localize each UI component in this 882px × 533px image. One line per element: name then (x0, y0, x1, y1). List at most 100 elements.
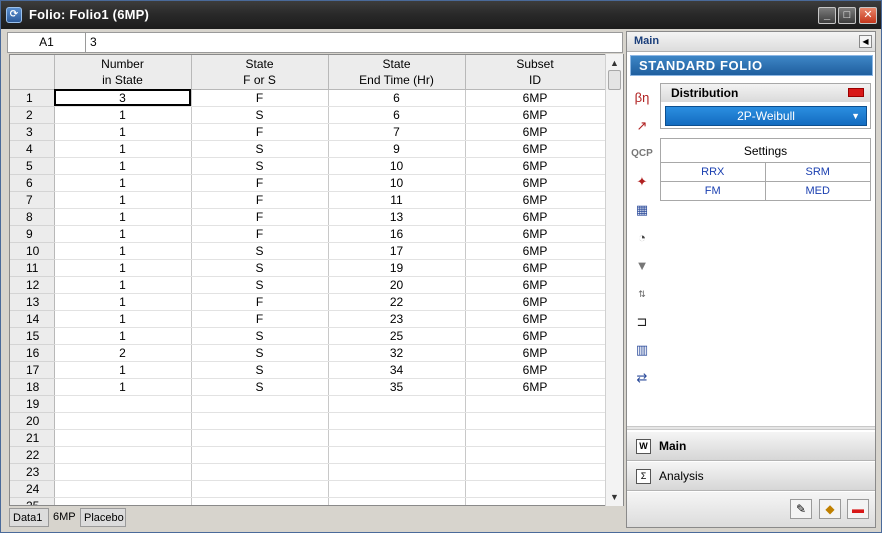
cell-state[interactable]: S (191, 157, 329, 175)
cell-number-in-state[interactable] (54, 463, 192, 481)
cell-subset-id[interactable]: 6MP (465, 140, 606, 158)
qcp-icon[interactable]: QCP (630, 142, 654, 166)
row-number[interactable]: 12 (10, 276, 55, 294)
cell-end-time[interactable] (328, 497, 466, 505)
cell-state[interactable] (191, 480, 329, 498)
cell-end-time[interactable]: 25 (328, 327, 466, 345)
red-flag-icon[interactable]: ▬ (847, 499, 869, 519)
cell-end-time[interactable]: 17 (328, 242, 466, 260)
row-number[interactable]: 22 (10, 446, 55, 464)
cell-number-in-state[interactable] (54, 395, 192, 413)
cell-subset-id[interactable]: 6MP (465, 106, 606, 124)
folio-app-icon[interactable]: ⟳ (6, 7, 22, 23)
collapse-panel-icon[interactable]: ◀ (859, 35, 872, 48)
column-header-subset-id[interactable]: Subset ID (465, 55, 606, 90)
cell-number-in-state[interactable]: 1 (54, 157, 192, 175)
chevron-down-icon[interactable]: ▼ (851, 107, 860, 125)
cell-value-input[interactable]: 3 (90, 33, 97, 52)
cell-subset-id[interactable]: 6MP (465, 174, 606, 192)
wizard-icon[interactable]: ✦ (630, 170, 654, 194)
cell-number-in-state[interactable]: 1 (54, 191, 192, 209)
settings-option-srm[interactable]: SRM (765, 163, 870, 182)
columns-icon[interactable]: ▥ (630, 338, 654, 362)
cell-number-in-state[interactable]: 2 (54, 344, 192, 362)
column-header-number-in-state[interactable]: Number in State (54, 55, 192, 90)
tab-data1[interactable]: Data1 (9, 508, 49, 527)
cell-subset-id[interactable]: 6MP (465, 259, 606, 277)
close-button[interactable]: ✕ (859, 7, 877, 24)
cell-subset-id[interactable]: 6MP (465, 378, 606, 396)
cell-subset-id[interactable]: 6MP (465, 344, 606, 362)
cell-state[interactable]: S (191, 140, 329, 158)
row-number[interactable]: 19 (10, 395, 55, 413)
row-number[interactable]: 4 (10, 140, 55, 158)
cell-number-in-state[interactable]: 1 (54, 140, 192, 158)
cell-number-in-state[interactable]: 1 (54, 225, 192, 243)
cell-number-in-state[interactable]: 1 (54, 327, 192, 345)
cell-state[interactable] (191, 429, 329, 447)
cell-number-in-state[interactable] (54, 480, 192, 498)
row-number[interactable]: 21 (10, 429, 55, 447)
vertical-scrollbar[interactable]: ▲ ▼ (605, 54, 623, 506)
cell-end-time[interactable]: 6 (328, 106, 466, 124)
cell-end-time[interactable] (328, 412, 466, 430)
cell-state[interactable]: F (191, 123, 329, 141)
cell-end-time[interactable]: 35 (328, 378, 466, 396)
corner-cell[interactable] (10, 55, 55, 90)
row-number[interactable]: 16 (10, 344, 55, 362)
cell-subset-id[interactable]: 6MP (465, 123, 606, 141)
cell-state[interactable]: S (191, 327, 329, 345)
panel-splitter[interactable] (627, 426, 875, 430)
row-number[interactable]: 17 (10, 361, 55, 379)
settings-option-fm[interactable]: FM (661, 182, 766, 201)
row-number[interactable]: 8 (10, 208, 55, 226)
settings-option-med[interactable]: MED (766, 182, 871, 201)
cell-state[interactable]: F (191, 225, 329, 243)
cell-number-in-state[interactable]: 3 (54, 89, 192, 107)
gauge-icon[interactable]: ◔ (630, 226, 654, 250)
row-number[interactable]: 18 (10, 378, 55, 396)
cell-end-time[interactable] (328, 446, 466, 464)
cell-state[interactable]: F (191, 310, 329, 328)
cell-subset-id[interactable] (465, 497, 606, 505)
cell-end-time[interactable]: 9 (328, 140, 466, 158)
cell-end-time[interactable]: 19 (328, 259, 466, 277)
cell-number-in-state[interactable]: 1 (54, 310, 192, 328)
row-number[interactable]: 24 (10, 480, 55, 498)
cell-number-in-state[interactable]: 1 (54, 123, 192, 141)
cell-number-in-state[interactable] (54, 446, 192, 464)
cell-state[interactable]: S (191, 344, 329, 362)
cell-state[interactable]: S (191, 242, 329, 260)
transfer-icon[interactable]: ⇄ (630, 366, 654, 390)
cell-end-time[interactable]: 10 (328, 174, 466, 192)
cell-state[interactable]: S (191, 259, 329, 277)
cell-end-time[interactable]: 20 (328, 276, 466, 294)
cell-end-time[interactable] (328, 429, 466, 447)
cell-end-time[interactable]: 23 (328, 310, 466, 328)
cell-state[interactable]: S (191, 276, 329, 294)
cell-subset-id[interactable] (465, 446, 606, 464)
row-number[interactable]: 14 (10, 310, 55, 328)
cell-number-in-state[interactable] (54, 497, 192, 505)
cell-subset-id[interactable]: 6MP (465, 225, 606, 243)
cell-number-in-state[interactable] (54, 429, 192, 447)
batch-auto-run-icon[interactable]: ▦ (630, 198, 654, 222)
row-number[interactable]: 9 (10, 225, 55, 243)
cell-end-time[interactable]: 32 (328, 344, 466, 362)
cell-number-in-state[interactable]: 1 (54, 361, 192, 379)
cell-reference[interactable]: A1 (8, 33, 86, 52)
scroll-down-icon[interactable]: ▼ (606, 490, 623, 504)
nav-main-button[interactable]: W Main (627, 432, 875, 461)
cell-subset-id[interactable]: 6MP (465, 157, 606, 175)
red-flag-icon[interactable] (848, 88, 864, 97)
cell-end-time[interactable] (328, 463, 466, 481)
cell-state[interactable]: F (191, 293, 329, 311)
distribution-select[interactable]: 2P-Weibull ▼ (665, 106, 867, 126)
column-header-state[interactable]: State F or S (191, 55, 329, 90)
cell-number-in-state[interactable]: 1 (54, 276, 192, 294)
cell-end-time[interactable]: 13 (328, 208, 466, 226)
cell-number-in-state[interactable]: 1 (54, 259, 192, 277)
sort-icon[interactable]: ⇅ (630, 282, 654, 306)
cell-end-time[interactable]: 6 (328, 89, 466, 107)
row-number[interactable]: 5 (10, 157, 55, 175)
